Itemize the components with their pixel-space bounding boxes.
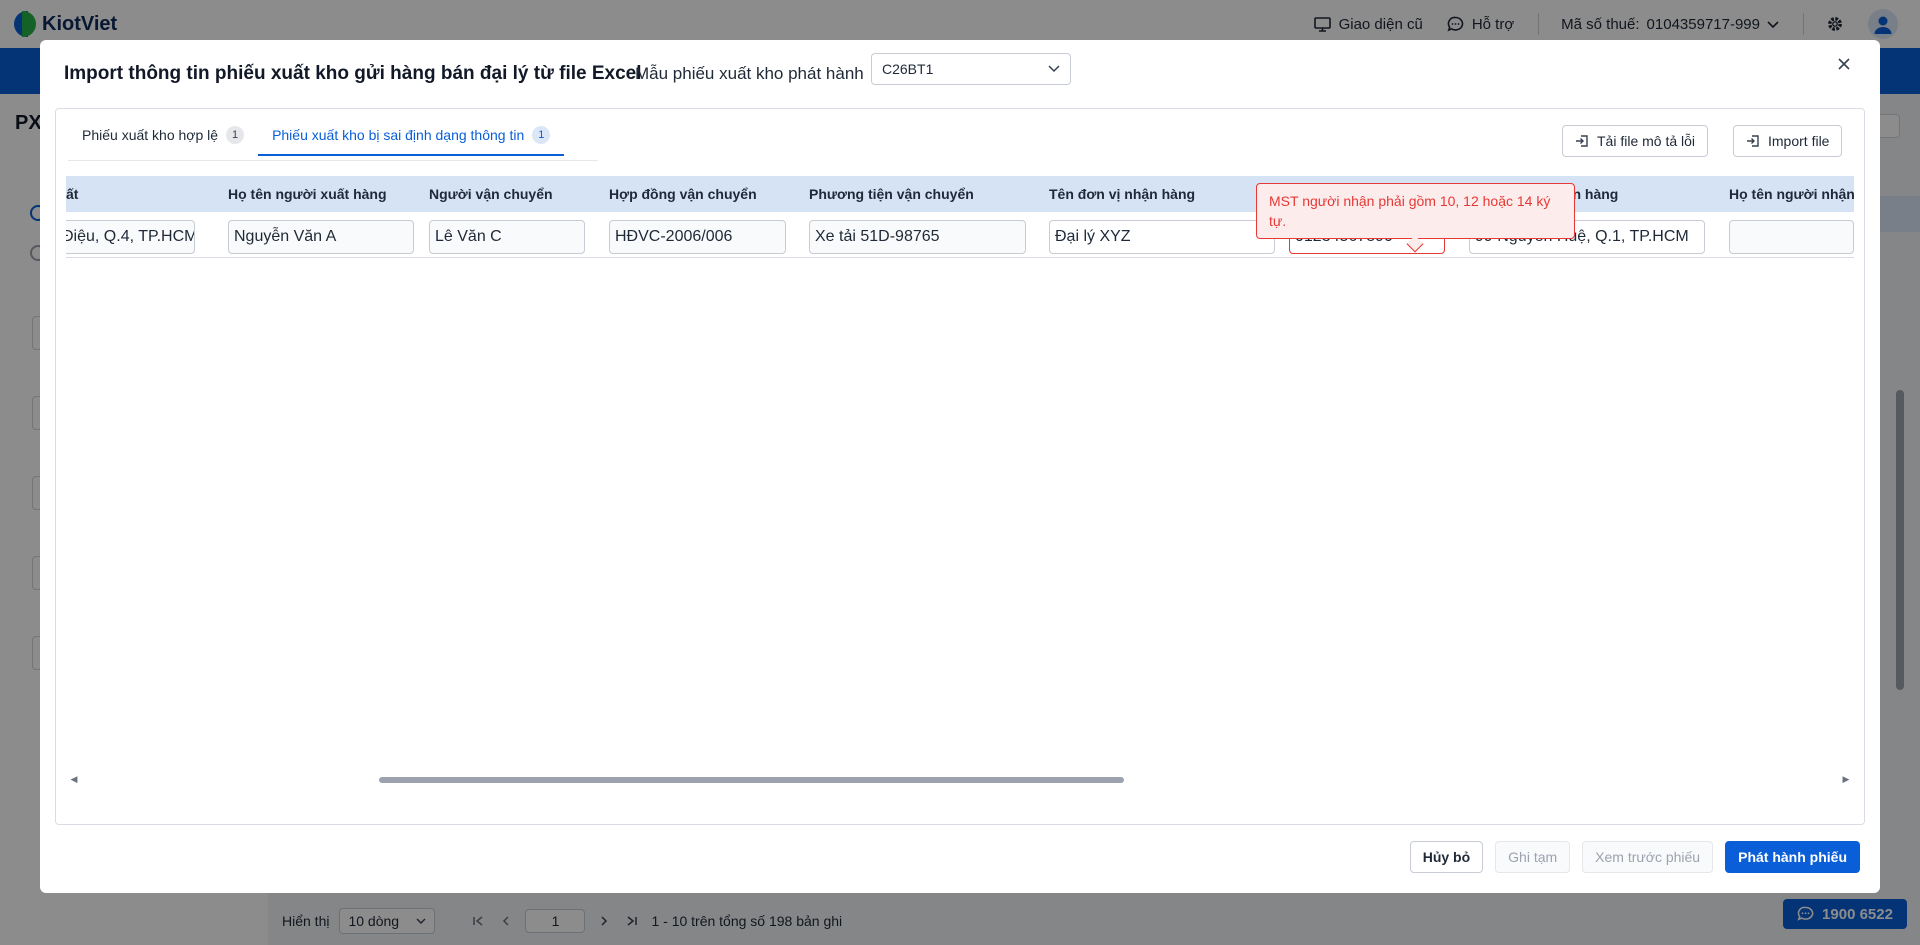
column-header: Phương tiện vận chuyển: [809, 186, 974, 202]
column-header: Họ tên người nhận hàng: [1729, 186, 1854, 202]
column-header: ất: [66, 186, 79, 202]
scroll-left-icon[interactable]: ◀: [68, 773, 80, 785]
transport-contract-input[interactable]: HĐVC-2006/006: [609, 220, 786, 254]
close-button[interactable]: [1832, 52, 1856, 76]
modal-footer: Hủy bỏ Ghi tạm Xem trước phiếu Phát hành…: [1409, 841, 1860, 873]
vehicle-input[interactable]: Xe tải 51D-98765: [809, 220, 1026, 254]
import-modal: Import thông tin phiếu xuất kho gửi hàng…: [40, 40, 1880, 893]
receiver-name-input[interactable]: [1729, 220, 1854, 254]
template-select-value: C26BT1: [882, 61, 934, 77]
template-label: Mẫu phiếu xuất kho phát hành: [635, 64, 864, 83]
carrier-input[interactable]: Lê Văn C: [429, 220, 585, 254]
template-select[interactable]: C26BT1: [871, 53, 1071, 85]
tab-count-badge: 1: [226, 126, 245, 144]
column-header: Hợp đồng vận chuyển: [609, 186, 757, 202]
column-header: Tên đơn vị nhận hàng: [1049, 186, 1196, 202]
receiver-unit-input[interactable]: Đại lý XYZ: [1049, 220, 1275, 254]
cancel-button[interactable]: Hủy bỏ: [1409, 841, 1484, 873]
error-tooltip: MST người nhận phải gồm 10, 12 hoặc 14 k…: [1256, 183, 1575, 239]
download-error-file-button[interactable]: Tải file mô tả lỗi: [1562, 125, 1709, 157]
tabs-divider: [68, 160, 598, 161]
tab-label: Phiếu xuất kho hợp lệ: [82, 127, 219, 143]
column-header: Người vận chuyển: [429, 186, 553, 202]
tab-count-badge: 1: [532, 126, 551, 144]
table-header: ất Họ tên người xuất hàng Người vận chuy…: [66, 176, 1854, 212]
import-arrow-icon: [1576, 135, 1588, 147]
save-draft-button[interactable]: Ghi tạm: [1495, 841, 1571, 873]
column-header: Họ tên người xuất hàng: [228, 186, 387, 202]
horizontal-scrollbar[interactable]: ◀ ▶: [66, 773, 1854, 785]
preview-button[interactable]: Xem trước phiếu: [1582, 841, 1714, 873]
import-content-panel: Phiếu xuất kho hợp lệ 1 Phiếu xuất kho b…: [55, 108, 1865, 825]
sender-name-input[interactable]: Nguyễn Văn A: [228, 220, 414, 254]
address-cell-input[interactable]: Điệu, Q.4, TP.HCM: [66, 220, 195, 254]
modal-title: Import thông tin phiếu xuất kho gửi hàng…: [64, 63, 642, 84]
issue-button[interactable]: Phát hành phiếu: [1725, 841, 1860, 873]
table-row: Điệu, Q.4, TP.HCM Nguyễn Văn A Lê Văn C …: [66, 212, 1854, 258]
chevron-down-icon: [1048, 65, 1060, 73]
import-tabs: Phiếu xuất kho hợp lệ 1 Phiếu xuất kho b…: [68, 126, 565, 156]
download-error-label: Tải file mô tả lỗi: [1597, 133, 1696, 149]
tab-label: Phiếu xuất kho bị sai định dạng thông ti…: [272, 127, 525, 143]
tab-valid[interactable]: Phiếu xuất kho hợp lệ 1: [68, 126, 258, 156]
import-file-label: Import file: [1768, 133, 1830, 149]
scrollbar-thumb[interactable]: [379, 777, 1124, 783]
error-records-table: ất Họ tên người xuất hàng Người vận chuy…: [66, 176, 1854, 796]
close-icon: [1838, 58, 1850, 70]
tab-invalid-format[interactable]: Phiếu xuất kho bị sai định dạng thông ti…: [258, 126, 565, 156]
import-file-button[interactable]: Import file: [1733, 125, 1843, 157]
scroll-right-icon[interactable]: ▶: [1840, 773, 1852, 785]
import-arrow-icon: [1747, 135, 1759, 147]
